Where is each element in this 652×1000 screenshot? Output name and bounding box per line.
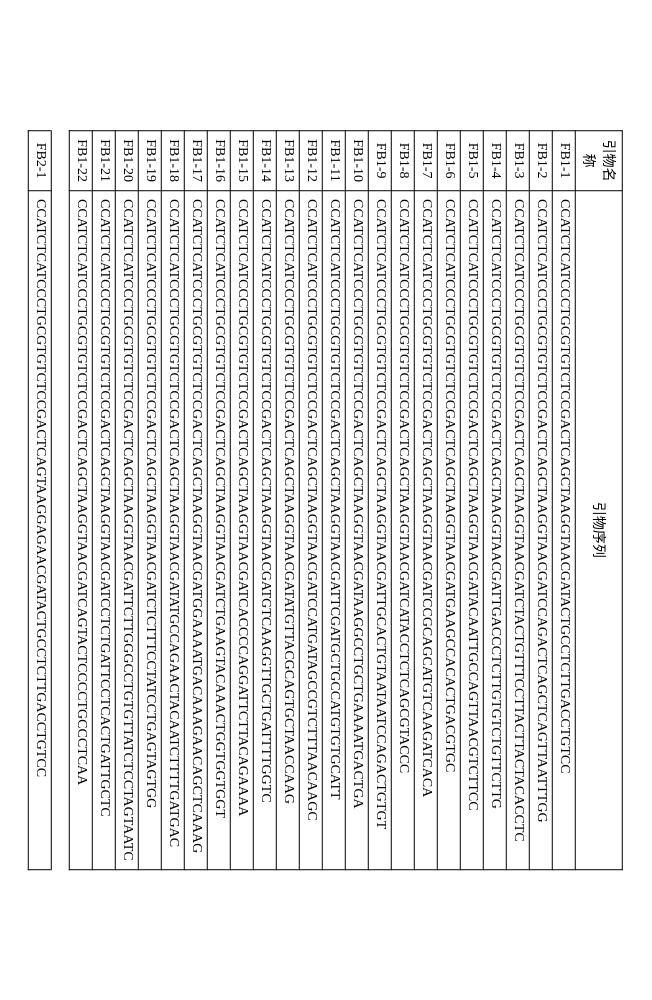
primer-name-cell: FB1-12 (300, 131, 323, 191)
primer-seq-cell: CCATCTCATCCCTGCGTGTCTCCGACTCAGCTAAGGTAAC… (139, 191, 162, 870)
primer-seq-cell: CCATCTCATCCCTGCGTGTCTCCGACTCAGCTAAGGTAAC… (438, 191, 461, 870)
table-row: FB1-5CCATCTCATCCCTGCGTGTCTCCGACTCAGCTAAG… (461, 131, 484, 870)
primer-seq-cell: CCATCTCATCCCTGCGTGTCTCCGACTCAGCTAAGGTAAC… (277, 191, 300, 870)
primer-name-cell: FB1-6 (438, 131, 461, 191)
header-seq: 引物序列 (576, 191, 623, 870)
primer-seq-cell: CCATCTCATCCCTGCGTGTCTCCGACTCAGCTAAGGTAAC… (208, 191, 231, 870)
primer-seq-cell: CCATCTCATCCCTGCGTGTCTCCGACTCAGCTAAGGTAAC… (300, 191, 323, 870)
primer-name-cell: FB1-21 (93, 131, 116, 191)
table-header-row: 引物名称引物序列 (576, 131, 623, 870)
primer-name-cell: FB1-14 (254, 131, 277, 191)
primer-name-cell: FB1-5 (461, 131, 484, 191)
primer-seq-cell: CCATCTCATCCCTGCGTGTCTCCGACTCAGCTAAGGTAAC… (231, 191, 254, 870)
primer-seq-cell: CCATCTCATCCCTGCGTGTCTCCGACTCAGCTAAGGTAAC… (392, 191, 415, 870)
table-row: FB1-15CCATCTCATCCCTGCGTGTCTCCGACTCAGCTAA… (231, 131, 254, 870)
table-row: FB1-11CCATCTCATCCCTGCGTGTCTCCGACTCAGCTAA… (323, 131, 346, 870)
table-row: FB1-17CCATCTCATCCCTGCGTGTCTCCGACTCAGCTAA… (185, 131, 208, 870)
table-row: FB1-4CCATCTCATCCCTGCGTGTCTCCGACTCAGCTAAG… (484, 131, 507, 870)
separator-cell (52, 131, 70, 870)
primer-name-cell: FB1-1 (553, 131, 576, 191)
table-row: FB1-3CCATCTCATCCCTGCGTGTCTCCGACTCAGCTAAG… (507, 131, 530, 870)
primer-seq-cell: CCATCTCATCCCTGCGTGTCTCCGACTCAGCTAAGGTAAC… (461, 191, 484, 870)
table-row: FB1-9CCATCTCATCCCTGCGTGTCTCCGACTCAGCTAAG… (369, 131, 392, 870)
table-row: FB1-12CCATCTCATCCCTGCGTGTCTCCGACTCAGCTAA… (300, 131, 323, 870)
primer-name-cell: FB1-3 (507, 131, 530, 191)
primer-name-cell: FB1-20 (116, 131, 139, 191)
primer-seq-cell: CCATCTCATCCCTGCGTGTCTCCGACTCAGCTAAGGTAAC… (369, 191, 392, 870)
primer-name-cell: FB1-15 (231, 131, 254, 191)
primer-name-cell: FB1-11 (323, 131, 346, 191)
primer-name-cell: FB1-8 (392, 131, 415, 191)
table-row: FB1-18CCATCTCATCCCTGCGTGTCTCCGACTCAGCTAA… (162, 131, 185, 870)
table-row: FB1-21CCATCTCATCCCTGCGTGTCTCCGACTCAGCTAA… (93, 131, 116, 870)
primer-seq-cell: CCATCTCATCCCTGCGTGTCTCCGACTCAGCTAAGGTAAC… (346, 191, 369, 870)
primer-seq-cell: CCATCTCATCCCTGCGTGTCTCCGACTCAGCTAAGGTAAC… (507, 191, 530, 870)
primer-name-cell: FB1-2 (530, 131, 553, 191)
primer-seq-cell: CCATCTCATCCCTGCGTGTCTCCGACTCAGTAAGGAGAAC… (29, 191, 52, 870)
primer-name-cell: FB1-18 (162, 131, 185, 191)
table-row: FB1-13CCATCTCATCCCTGCGTGTCTCCGACTCAGCTAA… (277, 131, 300, 870)
primer-name-cell: FB1-13 (277, 131, 300, 191)
table-row: FB1-2CCATCTCATCCCTGCGTGTCTCCGACTCAGCTAAG… (530, 131, 553, 870)
primer-name-cell: FB1-17 (185, 131, 208, 191)
table-row: FB1-16CCATCTCATCCCTGCGTGTCTCCGACTCAGCTAA… (208, 131, 231, 870)
primer-name-cell: FB1-10 (346, 131, 369, 191)
table-row: FB1-10CCATCTCATCCCTGCGTGTCTCCGACTCAGCTAA… (346, 131, 369, 870)
table-row: FB1-22CCATCTCATCCCTGCGTGTCTCCGACTCAGCTAA… (70, 131, 93, 870)
primer-name-cell: FB1-16 (208, 131, 231, 191)
table-row: FB1-1CCATCTCATCCCTGCGTGTCTCCGACTCAGCTAAG… (553, 131, 576, 870)
primer-seq-cell: CCATCTCATCCCTGCGTGTCTCCGACTCAGCTAAGGTAAC… (70, 191, 93, 870)
primer-name-cell: FB1-4 (484, 131, 507, 191)
primer-name-cell: FB1-9 (369, 131, 392, 191)
primer-seq-cell: CCATCTCATCCCTGCGTGTCTCCGACTCAGCTAAGGTAAC… (116, 191, 139, 870)
primer-seq-cell: CCATCTCATCCCTGCGTGTCTCCGACTCAGCTAAGGTAAC… (323, 191, 346, 870)
primer-seq-cell: CCATCTCATCCCTGCGTGTCTCCGACTCAGCTAAGGTAAC… (415, 191, 438, 870)
primer-name-cell: FB2-1 (29, 131, 52, 191)
table-row: FB1-19CCATCTCATCCCTGCGTGTCTCCGACTCAGCTAA… (139, 131, 162, 870)
table-row: FB1-7CCATCTCATCCCTGCGTGTCTCCGACTCAGCTAAG… (415, 131, 438, 870)
table-row: FB1-20CCATCTCATCCCTGCGTGTCTCCGACTCAGCTAA… (116, 131, 139, 870)
table-row: FB2-1CCATCTCATCCCTGCGTGTCTCCGACTCAGTAAGG… (29, 131, 52, 870)
primer-sequence-table: 引物名称引物序列FB1-1CCATCTCATCCCTGCGTGTCTCCGACT… (29, 130, 624, 870)
primer-seq-cell: CCATCTCATCCCTGCGTGTCTCCGACTCAGCTAAGGTAAC… (93, 191, 116, 870)
header-name: 引物名称 (576, 131, 623, 191)
primer-name-cell: FB1-19 (139, 131, 162, 191)
primer-name-cell: FB1-22 (70, 131, 93, 191)
primer-seq-cell: CCATCTCATCCCTGCGTGTCTCCGACTCAGCTAAGGTAAC… (484, 191, 507, 870)
primer-seq-cell: CCATCTCATCCCTGCGTGTCTCCGACTCAGCTAAGGTAAC… (553, 191, 576, 870)
table-row: FB1-8CCATCTCATCCCTGCGTGTCTCCGACTCAGCTAAG… (392, 131, 415, 870)
table-row: FB1-14CCATCTCATCCCTGCGTGTCTCCGACTCAGCTAA… (254, 131, 277, 870)
table-separator (52, 131, 70, 870)
primer-seq-cell: CCATCTCATCCCTGCGTGTCTCCGACTCAGCTAAGGTAAC… (162, 191, 185, 870)
primer-name-cell: FB1-7 (415, 131, 438, 191)
table-row: FB1-6CCATCTCATCCCTGCGTGTCTCCGACTCAGCTAAG… (438, 131, 461, 870)
primer-seq-cell: CCATCTCATCCCTGCGTGTCTCCGACTCAGCTAAGGTAAC… (185, 191, 208, 870)
primer-seq-cell: CCATCTCATCCCTGCGTGTCTCCGACTCAGCTAAGGTAAC… (530, 191, 553, 870)
primer-seq-cell: CCATCTCATCCCTGCGTGTCTCCGACTCAGCTAAGGTAAC… (254, 191, 277, 870)
